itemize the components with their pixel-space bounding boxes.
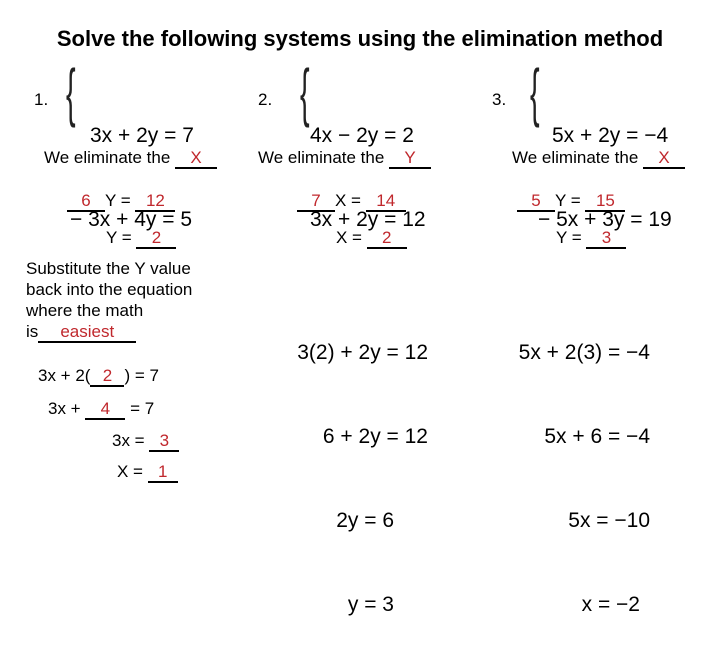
substitution-step-1: 3x + 2(2) = 7 bbox=[38, 366, 159, 387]
coefficient-answer: 5 bbox=[517, 192, 555, 212]
work-line: 3(2) + 2y = 12 bbox=[297, 341, 428, 364]
work-line: y = 3 bbox=[347, 593, 394, 616]
problem-2-step-2: X = 2 bbox=[336, 228, 407, 249]
easiest-answer: easiest bbox=[38, 323, 137, 343]
solution-answer: 2 bbox=[136, 229, 177, 249]
problem-2-step-1: 7X = 14 bbox=[297, 191, 406, 212]
problem-3-number: 3. bbox=[492, 90, 507, 109]
problem-2-number: 2. bbox=[258, 90, 273, 109]
variable-equals: X = bbox=[336, 228, 362, 247]
variable-equals: Y = bbox=[556, 228, 582, 247]
variable-equals: Y = bbox=[105, 191, 131, 210]
variable-equals: Y = bbox=[555, 191, 581, 210]
problem-1-number: 1. bbox=[34, 90, 49, 109]
solution-answer: 2 bbox=[366, 229, 407, 249]
work-line: 5x + 2(3) = −4 bbox=[518, 341, 650, 364]
work-line: 5x = −10 bbox=[568, 509, 650, 532]
problem-2-work: 3(2) + 2y = 12 6 + 2y = 12 2y = 6 y = 3 bbox=[280, 283, 428, 647]
instruction-line: Substitute the Y value bbox=[26, 259, 191, 278]
problem-1-step-1: 6Y = 12 bbox=[67, 191, 176, 212]
variable-equals: X = bbox=[335, 191, 361, 210]
problem-1-eliminate: We eliminate the X bbox=[44, 148, 218, 169]
step-text: = 7 bbox=[125, 399, 155, 418]
work-line: 5x + 6 = −4 bbox=[544, 425, 650, 448]
rhs-answer: 14 bbox=[365, 192, 406, 212]
eliminate-answer: X bbox=[643, 149, 686, 169]
substitution-step-3: 3x = 3 bbox=[112, 431, 180, 452]
problem-2-eliminate: We eliminate the Y bbox=[258, 148, 432, 169]
problem-1-step-2: Y = 2 bbox=[106, 228, 177, 249]
problem-3-eliminate: We eliminate the X bbox=[512, 148, 686, 169]
substitution-step-2: 3x + 4 = 7 bbox=[48, 399, 154, 420]
step-answer: 2 bbox=[90, 367, 125, 387]
problem-3-work: 5x + 2(3) = −4 5x + 6 = −4 5x = −10 x = … bbox=[500, 283, 650, 647]
eliminate-answer: Y bbox=[389, 149, 432, 169]
work-line: 2y = 6 bbox=[336, 509, 394, 532]
instruction-line: where the math bbox=[26, 301, 144, 320]
is-label: is bbox=[26, 322, 39, 341]
eliminate-label: We eliminate the bbox=[44, 148, 171, 167]
substitute-instructions: Substitute the Y value back into the equ… bbox=[26, 258, 192, 343]
problem-3-equation-1: 5x + 2y = −4 bbox=[552, 124, 669, 147]
step-answer: 1 bbox=[147, 463, 178, 483]
problem-3-step-1: 5Y = 15 bbox=[517, 191, 626, 212]
instruction-line: back into the equation bbox=[26, 280, 193, 299]
problem-1-equation-1: 3x + 2y = 7 bbox=[90, 124, 194, 147]
problem-3-step-2: Y = 3 bbox=[556, 228, 627, 249]
step-answer: 3 bbox=[149, 432, 180, 452]
eliminate-label: We eliminate the bbox=[258, 148, 385, 167]
work-line: x = −2 bbox=[581, 593, 640, 616]
step-answer: 4 bbox=[85, 400, 126, 420]
step-text: X = bbox=[117, 462, 148, 481]
coefficient-answer: 6 bbox=[67, 192, 105, 212]
coefficient-answer: 7 bbox=[297, 192, 335, 212]
step-text: ) = 7 bbox=[124, 366, 159, 385]
page-title: Solve the following systems using the el… bbox=[56, 26, 664, 51]
system-brace: { bbox=[300, 56, 310, 128]
solution-answer: 3 bbox=[586, 229, 627, 249]
substitution-step-4: X = 1 bbox=[117, 462, 178, 483]
rhs-answer: 12 bbox=[135, 192, 176, 212]
eliminate-answer: X bbox=[175, 149, 218, 169]
problem-2-equation-1: 4x − 2y = 2 bbox=[310, 124, 414, 147]
step-text: 3x = bbox=[112, 431, 150, 450]
step-text: 3x + bbox=[48, 399, 86, 418]
variable-equals: Y = bbox=[106, 228, 132, 247]
eliminate-label: We eliminate the bbox=[512, 148, 639, 167]
step-text: 3x + 2( bbox=[38, 366, 91, 385]
rhs-answer: 15 bbox=[585, 192, 626, 212]
work-line: 6 + 2y = 12 bbox=[322, 425, 428, 448]
